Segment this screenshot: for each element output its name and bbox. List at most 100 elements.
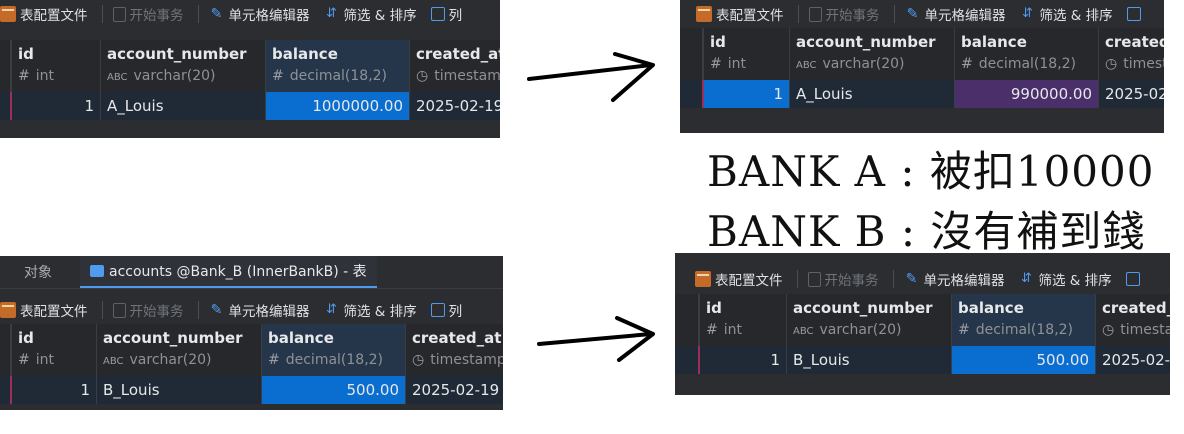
cell-editor-button[interactable]: ✎ 单元格编辑器: [904, 269, 1005, 289]
cell-balance[interactable]: 500.00: [262, 376, 406, 404]
column-header-id[interactable]: id # int: [12, 324, 97, 376]
row-gutter: [680, 28, 704, 80]
column-header-balance[interactable]: balance # decimal(18,2): [262, 324, 406, 376]
table-row[interactable]: 1 B_Louis 500.00 2025-02-19 0: [0, 376, 503, 404]
toolbar-divider: [101, 301, 103, 319]
column-header-id[interactable]: id # int: [704, 28, 790, 80]
columns-icon: [430, 303, 445, 317]
decimal-type-icon: #: [958, 322, 970, 338]
columns-button[interactable]: [1126, 7, 1141, 21]
column-header-account-number[interactable]: account_number ABC varchar(20): [790, 28, 955, 80]
table-config-button[interactable]: 表配置文件: [680, 4, 784, 24]
cell-id[interactable]: 1: [704, 80, 790, 108]
cell-account-number[interactable]: B_Louis: [97, 376, 262, 404]
cell-id[interactable]: 1: [12, 92, 101, 120]
cell-editor-button[interactable]: ✎ 单元格编辑器: [209, 300, 310, 320]
column-header-account-number[interactable]: account_number ABC varchar(20): [101, 40, 266, 92]
cell-account-number[interactable]: A_Louis: [790, 80, 955, 108]
timestamp-type-icon: ◷: [416, 68, 429, 84]
begin-transaction-button[interactable]: 开始事务: [807, 269, 879, 289]
column-header-balance[interactable]: balance # decimal(18,2): [955, 28, 1099, 80]
bank-a-before-panel: 表配置文件 开始事务 ✎ 单元格编辑器 ⇵ 筛选 & 排序 列 id # int acc…: [0, 0, 500, 138]
column-header-account-number[interactable]: account_number ABC varchar(20): [787, 294, 952, 346]
filter-sort-button[interactable]: ⇵ 筛选 & 排序: [1020, 4, 1113, 24]
filter-icon: ⇵: [326, 302, 337, 317]
toolbar-divider: [197, 301, 199, 319]
filter-sort-button[interactable]: ⇵ 筛选 & 排序: [324, 300, 417, 320]
column-header-created-at[interactable]: created_at◷timestamp: [1099, 28, 1164, 80]
bank-a-after-panel: 表配置文件 开始事务 ✎ 单元格编辑器 ⇵ 筛选 & 排序 id # int accou…: [680, 0, 1164, 133]
data-grid: id # int account_number ABC varchar(20) bala…: [0, 324, 503, 404]
grid-toolbar: 表配置文件 开始事务 ✎ 单元格编辑器 ⇵ 筛选 & 排序: [675, 265, 1170, 293]
column-header-id[interactable]: id # int: [700, 294, 787, 346]
column-header-created-at[interactable]: created_at◷timestamp: [1096, 294, 1170, 346]
table-config-button[interactable]: 表配置文件: [675, 269, 783, 289]
begin-transaction-button[interactable]: 开始事务: [808, 4, 880, 24]
column-header-id[interactable]: id # int: [12, 40, 101, 92]
cell-created-at[interactable]: 2025-02-19: [410, 92, 500, 120]
column-header-created-at[interactable]: created_at◷timestamp: [410, 40, 500, 92]
table-icon: [0, 302, 16, 318]
decimal-type-icon: #: [272, 68, 284, 84]
cell-id[interactable]: 1: [700, 346, 787, 374]
int-type-icon: #: [18, 352, 30, 368]
cell-account-number[interactable]: B_Louis: [787, 346, 952, 374]
tab-objects[interactable]: 对象: [0, 256, 80, 288]
bank-b-after-panel: 表配置文件 开始事务 ✎ 单元格编辑器 ⇵ 筛选 & 排序 id # int accou…: [675, 253, 1170, 395]
columns-icon: [1125, 272, 1140, 286]
filter-sort-button[interactable]: ⇵ 筛选 & 排序: [1019, 269, 1112, 289]
filter-icon: ⇵: [326, 6, 337, 21]
cell-created-at[interactable]: 2025-02-19 0: [406, 376, 503, 404]
arrow-icon: [527, 52, 655, 102]
edit-icon: ✎: [210, 6, 223, 22]
tab-accounts-table[interactable]: accounts @Bank_B (InnerBankB) - 表: [80, 256, 377, 288]
column-header-account-number[interactable]: account_number ABC varchar(20): [97, 324, 262, 376]
column-header-created-at[interactable]: created_at◷timestamp: [406, 324, 503, 376]
column-header-balance[interactable]: balance # decimal(18,2): [266, 40, 410, 92]
begin-transaction-button[interactable]: 开始事务: [112, 300, 184, 320]
columns-button[interactable]: 列: [430, 4, 462, 24]
table-row[interactable]: 1 B_Louis 500.00 2025-02-: [675, 346, 1170, 374]
int-type-icon: #: [706, 322, 718, 338]
arrow-icon: [537, 316, 655, 362]
table-icon: [696, 6, 712, 22]
timestamp-type-icon: ◷: [1102, 322, 1115, 338]
row-marker: [675, 346, 700, 374]
bank-a-caption: BANK A : 被扣10000: [707, 147, 1155, 196]
cell-balance[interactable]: 1000000.00: [266, 92, 410, 120]
cell-balance[interactable]: 990000.00: [955, 80, 1099, 108]
data-grid: id # int account_number ABC varchar(20) bala…: [680, 28, 1164, 108]
columns-button[interactable]: [1125, 272, 1140, 286]
grid-header-row: id # int account_number ABC varchar(20) bala…: [675, 294, 1170, 346]
edit-icon: ✎: [906, 6, 919, 22]
grid-toolbar: 表配置文件 开始事务 ✎ 单元格编辑器 ⇵ 筛选 & 排序: [680, 0, 1164, 28]
row-gutter: [0, 40, 12, 92]
cell-editor-button[interactable]: ✎ 单元格编辑器: [905, 4, 1006, 24]
row-gutter: [675, 294, 700, 346]
table-config-button[interactable]: 表配置文件: [0, 300, 88, 320]
filter-sort-button[interactable]: ⇵ 筛选 & 排序: [324, 4, 417, 24]
table-config-button[interactable]: 表配置文件: [0, 4, 88, 24]
columns-button[interactable]: 列: [430, 300, 462, 320]
table-row[interactable]: 1 A_Louis 1000000.00 2025-02-19: [0, 92, 500, 120]
cell-editor-button[interactable]: ✎ 单元格编辑器: [209, 4, 310, 24]
transaction-icon: [807, 271, 821, 287]
toolbar-divider: [797, 5, 799, 23]
int-type-icon: #: [18, 68, 30, 84]
editor-tab-bar: 对象 accounts @Bank_B (InnerBankB) - 表: [0, 256, 503, 289]
table-row[interactable]: 1 A_Louis 990000.00 2025-02: [680, 80, 1164, 108]
toolbar-divider: [197, 5, 199, 23]
column-header-balance[interactable]: balance # decimal(18,2): [952, 294, 1096, 346]
decimal-type-icon: #: [961, 56, 973, 72]
columns-icon: [1126, 7, 1141, 21]
cell-created-at[interactable]: 2025-02: [1099, 80, 1164, 108]
cell-id[interactable]: 1: [12, 376, 97, 404]
cell-created-at[interactable]: 2025-02-: [1096, 346, 1170, 374]
grid-toolbar: 表配置文件 开始事务 ✎ 单元格编辑器 ⇵ 筛选 & 排序 列: [0, 0, 500, 28]
timestamp-type-icon: ◷: [1105, 56, 1118, 72]
timestamp-type-icon: ◷: [412, 352, 425, 368]
transaction-icon: [112, 302, 126, 318]
begin-transaction-button[interactable]: 开始事务: [112, 4, 184, 24]
cell-account-number[interactable]: A_Louis: [101, 92, 266, 120]
cell-balance[interactable]: 500.00: [952, 346, 1096, 374]
